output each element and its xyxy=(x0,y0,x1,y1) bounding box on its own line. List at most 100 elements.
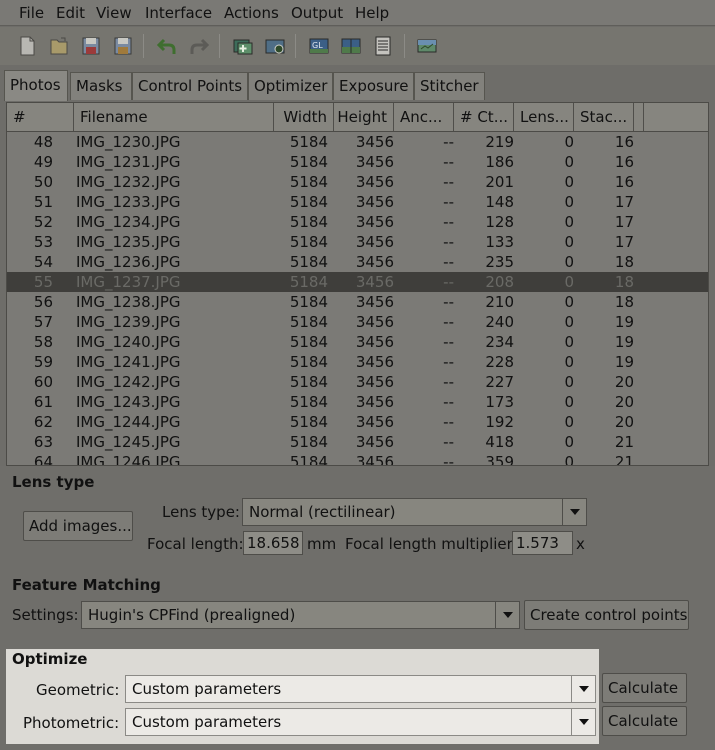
menu-output[interactable]: Output xyxy=(291,4,343,22)
column-filename[interactable]: Filename xyxy=(74,103,274,131)
cell-filename: IMG_1246.JPG xyxy=(76,453,181,466)
open-project-icon[interactable] xyxy=(46,33,72,59)
tab-control-points[interactable]: Control Points xyxy=(132,72,248,100)
cell-width: 5184 xyxy=(289,373,328,391)
geometric-optimizer-value: Custom parameters xyxy=(132,680,282,698)
photometric-optimizer-value: Custom parameters xyxy=(132,713,282,731)
menu-interface[interactable]: Interface xyxy=(145,4,212,22)
table-row[interactable]: 64 IMG_1246.JPG 5184 3456 -- 359 0 21 xyxy=(7,452,708,466)
cell-cp-count: 219 xyxy=(485,133,514,151)
fast-preview-icon[interactable] xyxy=(338,33,364,59)
tab-optimizer[interactable]: Optimizer xyxy=(248,72,333,100)
cell-height: 3456 xyxy=(355,393,394,411)
cell-height: 3456 xyxy=(355,233,394,251)
toolbar-separator xyxy=(143,34,144,58)
lens-type-heading: Lens type xyxy=(12,473,95,491)
column-cp-count[interactable]: # Ct... xyxy=(454,103,514,131)
cell-cp-count: 208 xyxy=(485,273,514,291)
cell-filename: IMG_1236.JPG xyxy=(76,253,181,271)
cell-cp-count: 227 xyxy=(485,373,514,391)
focal-multiplier-label: Focal length multiplier: xyxy=(345,535,518,553)
table-row[interactable]: 53 IMG_1235.JPG 5184 3456 -- 133 0 17 xyxy=(7,232,708,252)
redo-icon[interactable] xyxy=(186,33,212,59)
chevron-down-icon[interactable] xyxy=(571,676,595,702)
menu-view[interactable]: View xyxy=(96,4,132,22)
cell-width: 5184 xyxy=(289,293,328,311)
cell-filename: IMG_1245.JPG xyxy=(76,433,181,451)
cell-stack: 20 xyxy=(614,373,634,391)
menu-file[interactable]: File xyxy=(19,4,44,22)
focal-multiplier-unit: x xyxy=(576,535,585,553)
tab-exposure[interactable]: Exposure xyxy=(333,72,414,100)
menu-bar: File Edit View Interface Actions Output … xyxy=(0,0,715,26)
table-row[interactable]: 52 IMG_1234.JPG 5184 3456 -- 128 0 17 xyxy=(7,212,708,232)
table-row[interactable]: 57 IMG_1239.JPG 5184 3456 -- 240 0 19 xyxy=(7,312,708,332)
cell-number: 60 xyxy=(33,373,53,391)
chevron-down-icon[interactable] xyxy=(495,602,519,628)
table-row[interactable]: 62 IMG_1244.JPG 5184 3456 -- 192 0 20 xyxy=(7,412,708,432)
cp-detector-select[interactable]: Hugin's CPFind (prealigned) xyxy=(81,601,520,629)
geometric-calculate-button[interactable]: Calculate xyxy=(602,673,687,703)
table-row[interactable]: 51 IMG_1233.JPG 5184 3456 -- 148 0 17 xyxy=(7,192,708,212)
undo-icon[interactable] xyxy=(154,33,180,59)
menu-help[interactable]: Help xyxy=(355,4,389,22)
cp-detector-value: Hugin's CPFind (prealigned) xyxy=(88,606,296,624)
chevron-down-icon[interactable] xyxy=(571,709,595,735)
chevron-down-icon[interactable] xyxy=(562,499,586,525)
tab-photos[interactable]: Photos xyxy=(4,70,68,101)
table-row[interactable]: 58 IMG_1240.JPG 5184 3456 -- 234 0 19 xyxy=(7,332,708,352)
save-as-icon[interactable] xyxy=(110,33,136,59)
column-height[interactable]: Height xyxy=(334,103,394,131)
tab-masks[interactable]: Masks xyxy=(70,72,132,100)
cell-cp-count: 192 xyxy=(485,413,514,431)
cell-lens: 0 xyxy=(564,133,574,151)
cell-anchor: -- xyxy=(443,313,454,331)
menu-edit[interactable]: Edit xyxy=(56,4,85,22)
photometric-calculate-button[interactable]: Calculate xyxy=(602,706,687,736)
cell-anchor: -- xyxy=(443,393,454,411)
cell-cp-count: 235 xyxy=(485,253,514,271)
table-row[interactable]: 50 IMG_1232.JPG 5184 3456 -- 201 0 16 xyxy=(7,172,708,192)
add-images-icon[interactable] xyxy=(230,33,256,59)
stitch-icon[interactable] xyxy=(414,33,440,59)
table-row[interactable]: 49 IMG_1231.JPG 5184 3456 -- 186 0 16 xyxy=(7,152,708,172)
table-row[interactable]: 54 IMG_1236.JPG 5184 3456 -- 235 0 18 xyxy=(7,252,708,272)
column-width[interactable]: Width xyxy=(274,103,334,131)
table-row[interactable]: 48 IMG_1230.JPG 5184 3456 -- 219 0 16 xyxy=(7,132,708,152)
cell-cp-count: 201 xyxy=(485,173,514,191)
cell-lens: 0 xyxy=(564,173,574,191)
add-images-button[interactable]: Add images... xyxy=(23,511,133,541)
cell-filename: IMG_1231.JPG xyxy=(76,153,181,171)
add-time-series-icon[interactable] xyxy=(262,33,288,59)
table-row[interactable]: 55 IMG_1237.JPG 5184 3456 -- 208 0 18 xyxy=(7,272,708,292)
table-row[interactable]: 56 IMG_1238.JPG 5184 3456 -- 210 0 18 xyxy=(7,292,708,312)
control-points-table-icon[interactable] xyxy=(370,33,396,59)
column-anchor[interactable]: Anc... xyxy=(394,103,454,131)
column-lens[interactable]: Lens... xyxy=(514,103,574,131)
toolbar-separator xyxy=(295,34,296,58)
lens-type-select[interactable]: Normal (rectilinear) xyxy=(242,498,587,526)
tab-stitcher[interactable]: Stitcher xyxy=(414,72,485,100)
table-row[interactable]: 60 IMG_1242.JPG 5184 3456 -- 227 0 20 xyxy=(7,372,708,392)
gl-preview-icon[interactable]: GL xyxy=(306,33,332,59)
focal-length-input[interactable]: 18.658 xyxy=(243,531,303,555)
table-row[interactable]: 61 IMG_1243.JPG 5184 3456 -- 173 0 20 xyxy=(7,392,708,412)
cell-anchor: -- xyxy=(443,133,454,151)
column-stack[interactable]: Stac... xyxy=(574,103,634,131)
new-project-icon[interactable] xyxy=(14,33,40,59)
images-table[interactable]: # Filename Width Height Anc... # Ct... L… xyxy=(6,102,709,466)
photometric-optimizer-select[interactable]: Custom parameters xyxy=(125,708,596,736)
focal-multiplier-input[interactable]: 1.573 xyxy=(512,531,573,555)
menu-actions[interactable]: Actions xyxy=(224,4,279,22)
create-control-points-button[interactable]: Create control points xyxy=(524,600,689,630)
save-icon[interactable] xyxy=(78,33,104,59)
cell-stack: 20 xyxy=(614,393,634,411)
geometric-optimizer-select[interactable]: Custom parameters xyxy=(125,675,596,703)
table-row[interactable]: 59 IMG_1241.JPG 5184 3456 -- 228 0 19 xyxy=(7,352,708,372)
optimize-heading: Optimize xyxy=(12,650,88,668)
cell-stack: 19 xyxy=(614,333,634,351)
table-row[interactable]: 63 IMG_1245.JPG 5184 3456 -- 418 0 21 xyxy=(7,432,708,452)
cell-height: 3456 xyxy=(355,373,394,391)
column-number[interactable]: # xyxy=(7,103,74,131)
cell-lens: 0 xyxy=(564,393,574,411)
